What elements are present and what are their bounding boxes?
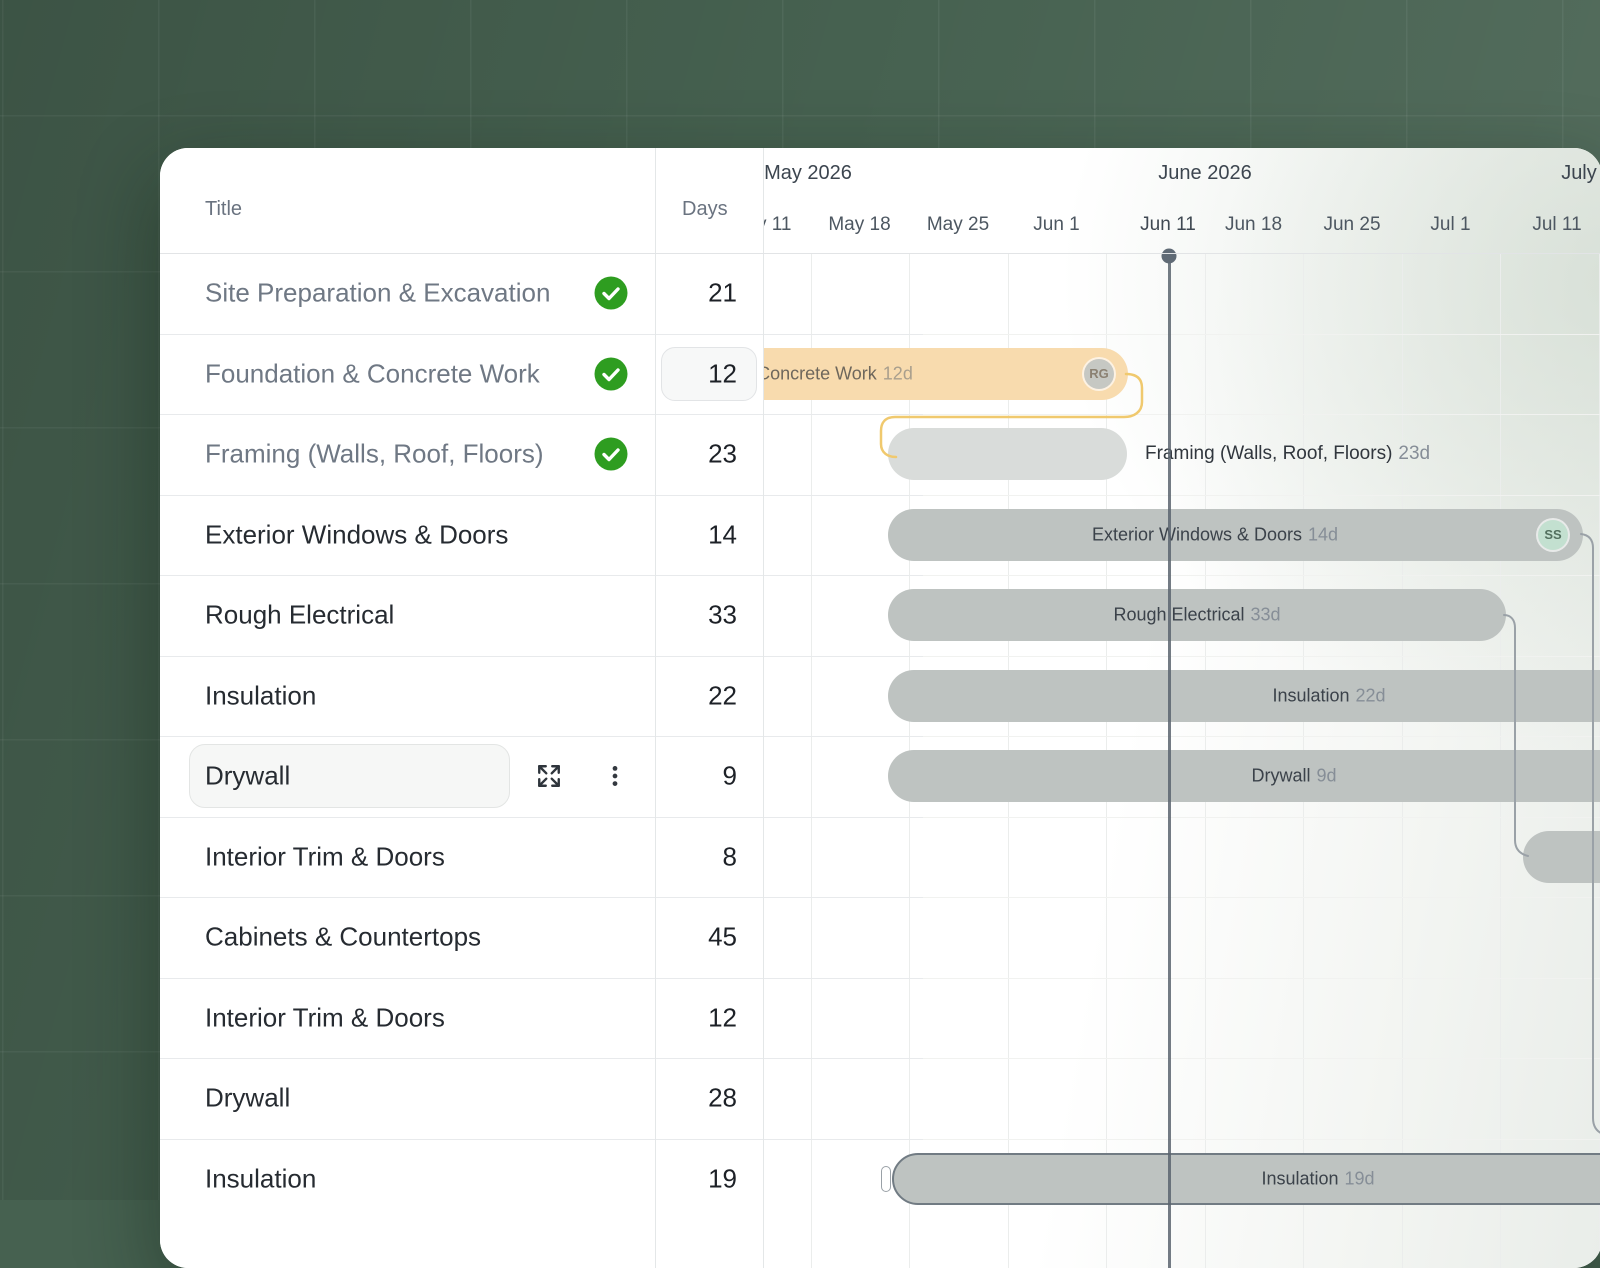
task-list-panel: Title Days Site Preparation & Excavation…	[160, 148, 763, 1268]
gantt-bar-framing-walls-roof-floors-[interactable]	[888, 428, 1127, 480]
timeline-tick-label: Jun 18	[1225, 214, 1282, 236]
column-divider-days-chart	[763, 148, 764, 1268]
gantt-chart-area: May 2026 June 2026 July 2026 May 11 May 18 Ma…	[763, 148, 1600, 1268]
expand-task-icon[interactable]	[536, 763, 562, 789]
timeline-tick-label: Jul 11	[1532, 214, 1581, 236]
task-title: Drywall	[205, 1083, 290, 1114]
task-title: Interior Trim & Doors	[205, 841, 445, 872]
gantt-bar-label: Drywall9d	[1251, 766, 1336, 787]
gantt-bar-label: Framing (Walls, Roof, Floors)23d	[1145, 443, 1430, 465]
timeline-tick-label: May 18	[828, 214, 890, 236]
timeline-month-label: June 2026	[1158, 162, 1251, 185]
header-divider	[160, 253, 1600, 254]
gantt-bar-drywall[interactable]	[888, 750, 1600, 802]
column-divider-title-days	[655, 148, 656, 1268]
timeline-tick-label-today: Jun 11	[1140, 214, 1196, 236]
task-completed-check-icon[interactable]	[595, 277, 628, 310]
timeline-month-label: May 2026	[764, 162, 852, 185]
timeline-month-label: July 2026	[1561, 162, 1600, 185]
task-title: Drywall	[205, 761, 290, 792]
task-title: Interior Trim & Doors	[205, 1002, 445, 1033]
gantt-bar-insulation[interactable]	[888, 670, 1600, 722]
timeline-tick-label: Jul 1	[1430, 214, 1470, 236]
today-dot	[1162, 249, 1177, 264]
column-header-days: Days	[682, 198, 728, 221]
assignee-avatar-ss: SS	[1538, 520, 1568, 550]
task-title: Rough Electrical	[205, 600, 394, 631]
gantt-bar-label: Insulation22d	[1272, 685, 1385, 706]
task-title: Site Preparation & Excavation	[205, 278, 550, 309]
gantt-bar-label: Foundation & Concrete Work12d	[763, 363, 913, 384]
gantt-bar-interior-trim-doors[interactable]	[1523, 831, 1600, 883]
timeline-tick-label: May 25	[927, 214, 989, 236]
task-title: Cabinets & Countertops	[205, 922, 481, 953]
task-completed-check-icon[interactable]	[595, 357, 628, 390]
gantt-bar-label: Exterior Windows & Doors14d	[1092, 524, 1338, 545]
chart-week-gridline	[811, 253, 812, 1268]
timeline-tick-label: Jun 25	[1323, 214, 1380, 236]
kebab-menu-icon[interactable]	[602, 763, 628, 789]
task-title: Insulation	[205, 1163, 316, 1194]
bar-resize-handle[interactable]	[881, 1166, 891, 1192]
gantt-bar-label: Insulation19d	[1261, 1168, 1374, 1189]
gantt-bar-insulation[interactable]	[892, 1153, 1600, 1205]
assignee-avatar-rg: RG	[1084, 359, 1114, 389]
task-title: Exterior Windows & Doors	[205, 519, 508, 550]
task-title: Framing (Walls, Roof, Floors)	[205, 439, 544, 470]
task-completed-check-icon[interactable]	[595, 438, 628, 471]
task-title: Insulation	[205, 680, 316, 711]
today-line	[1168, 256, 1171, 1268]
gantt-bar-label: Rough Electrical33d	[1113, 605, 1280, 626]
column-header-title: Title	[205, 198, 242, 221]
gantt-card: May 2026 June 2026 July 2026 May 11 May 18 Ma…	[160, 148, 1600, 1268]
timeline-tick-label: May 11	[763, 214, 791, 236]
timeline-tick-label: Jun 1	[1033, 214, 1079, 236]
task-title: Foundation & Concrete Work	[205, 358, 540, 389]
